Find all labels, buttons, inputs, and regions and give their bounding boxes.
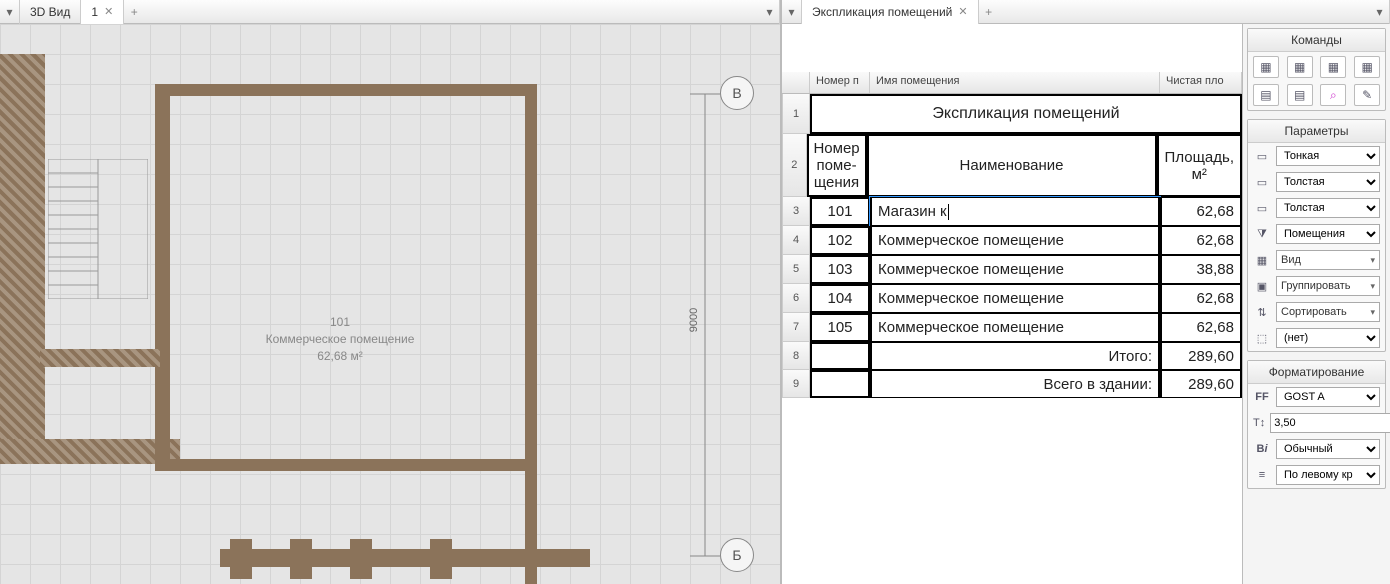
cell-name[interactable]: Коммерческое помещение xyxy=(870,226,1160,255)
close-icon[interactable]: ✕ xyxy=(104,5,113,18)
room-number: 101 xyxy=(230,314,450,331)
group-button[interactable]: Группировать xyxy=(1276,276,1380,296)
schedule-column-header: Номер п Имя помещения Чистая пло xyxy=(782,72,1242,94)
total-label: Всего в здании: xyxy=(870,370,1160,398)
close-icon[interactable]: ✕ xyxy=(958,5,967,18)
cmd-icon-7[interactable]: ⌕ xyxy=(1320,84,1346,106)
room-area: 62,68 м² xyxy=(230,348,450,365)
border-bot-icon: ▭ xyxy=(1253,200,1271,216)
total-label: Итого: xyxy=(870,342,1160,370)
cell-number[interactable]: 103 xyxy=(810,255,870,284)
weight-select[interactable]: Обычный xyxy=(1276,439,1380,459)
cell-area[interactable]: 38,88 xyxy=(1160,255,1242,284)
model-icon: ⬚ xyxy=(1253,330,1271,346)
cell-number[interactable]: 105 xyxy=(810,313,870,342)
properties-panel: Команды ▦ ▦ ▦ ▦ ▤ ▤ ⌕ ✎ Параметры ▭ Тонк… xyxy=(1242,24,1390,584)
cmd-icon-2[interactable]: ▦ xyxy=(1287,56,1313,78)
cmd-icon-5[interactable]: ▤ xyxy=(1253,84,1279,106)
header-name[interactable]: Наименование xyxy=(867,134,1157,197)
table-row[interactable]: 3101Магазин к62,68 xyxy=(782,197,1242,226)
group-icon: ▣ xyxy=(1253,278,1271,294)
tabbar-menu-right[interactable]: ▾ xyxy=(760,0,780,24)
right-tabbar: ▾ Экспликация помещений ✕ + ▾ xyxy=(782,0,1390,24)
total-value: 289,60 xyxy=(1160,342,1242,370)
cell-name[interactable]: Коммерческое помещение xyxy=(870,255,1160,284)
params-section-title: Параметры xyxy=(1248,120,1385,143)
tab-label: 3D Вид xyxy=(30,5,70,19)
sort-button[interactable]: Сортировать xyxy=(1276,302,1380,322)
col-area[interactable]: Чистая пло xyxy=(1160,72,1242,93)
filter-icon: ⧩ xyxy=(1253,226,1271,242)
tab-3dview[interactable]: 3D Вид xyxy=(20,0,81,24)
format-section-title: Форматирование xyxy=(1248,361,1385,384)
cmd-icon-3[interactable]: ▦ xyxy=(1320,56,1346,78)
cell-number[interactable]: 101 xyxy=(810,197,870,226)
room-label: 101 Коммерческое помещение 62,68 м² xyxy=(230,314,450,364)
border-top-select[interactable]: Тонкая xyxy=(1276,146,1380,166)
left-tabbar: ▾ 3D Вид 1 ✕ + ▾ xyxy=(0,0,780,24)
font-size-input[interactable] xyxy=(1270,413,1390,433)
border-top-icon: ▭ xyxy=(1253,148,1271,164)
header-area[interactable]: Площадь, м² xyxy=(1157,134,1242,197)
cell-name[interactable]: Коммерческое помещение xyxy=(870,284,1160,313)
col-name[interactable]: Имя помещения xyxy=(870,72,1160,93)
room-name: Коммерческое помещение xyxy=(230,331,450,348)
model-select[interactable]: (нет) xyxy=(1276,328,1380,348)
cell-area[interactable]: 62,68 xyxy=(1160,284,1242,313)
view-icon: ▦ xyxy=(1253,252,1271,268)
tab-schedule[interactable]: Экспликация помещений ✕ xyxy=(802,0,979,24)
dimension-value: 9000 xyxy=(688,308,700,332)
total-row[interactable]: 9Всего в здании:289,60 xyxy=(782,370,1242,398)
table-row[interactable]: 6104Коммерческое помещение62,68 xyxy=(782,284,1242,313)
cell-number[interactable]: 102 xyxy=(810,226,870,255)
tabbar-menu-right[interactable]: ▾ xyxy=(1370,0,1390,24)
cell-name[interactable]: Магазин к xyxy=(870,197,1160,226)
font-select[interactable]: GOST A xyxy=(1276,387,1380,407)
cell-number[interactable]: 104 xyxy=(810,284,870,313)
view-button[interactable]: Вид xyxy=(1276,250,1380,270)
border-bot-select[interactable]: Толстая xyxy=(1276,198,1380,218)
add-tab-button[interactable]: + xyxy=(979,5,999,19)
table-row[interactable]: 5103Коммерческое помещение38,88 xyxy=(782,255,1242,284)
schedule-grid[interactable]: 1 Экспликация помещений 2 Номер поме-щен… xyxy=(782,94,1242,584)
tab-plan-1[interactable]: 1 ✕ xyxy=(81,0,124,24)
sort-icon: ⇅ xyxy=(1253,304,1271,320)
cmd-icon-1[interactable]: ▦ xyxy=(1253,56,1279,78)
size-icon: T↕ xyxy=(1253,415,1265,431)
tabbar-menu[interactable]: ▾ xyxy=(782,0,802,24)
cell-area[interactable]: 62,68 xyxy=(1160,313,1242,342)
align-select[interactable]: По левому кр xyxy=(1276,465,1380,485)
border-mid-icon: ▭ xyxy=(1253,174,1271,190)
filter-select[interactable]: Помещения xyxy=(1276,224,1380,244)
add-tab-button[interactable]: + xyxy=(124,5,144,19)
cmd-icon-8[interactable]: ✎ xyxy=(1354,84,1380,106)
header-number[interactable]: Номер поме-щения xyxy=(807,134,867,197)
align-icon: ≡ xyxy=(1253,467,1271,483)
tabbar-menu[interactable]: ▾ xyxy=(0,0,20,24)
font-icon: FF xyxy=(1253,389,1271,405)
schedule-title[interactable]: Экспликация помещений xyxy=(810,94,1242,134)
plan-canvas[interactable]: 101 Коммерческое помещение 62,68 м² В Б … xyxy=(0,24,780,584)
cmd-icon-4[interactable]: ▦ xyxy=(1354,56,1380,78)
table-row[interactable]: 7105Коммерческое помещение62,68 xyxy=(782,313,1242,342)
commands-section-title: Команды xyxy=(1248,29,1385,52)
total-row[interactable]: 8Итого:289,60 xyxy=(782,342,1242,370)
tab-label: Экспликация помещений xyxy=(812,5,952,19)
cmd-icon-6[interactable]: ▤ xyxy=(1287,84,1313,106)
bold-icon: Bi xyxy=(1253,441,1271,457)
cell-area[interactable]: 62,68 xyxy=(1160,197,1242,226)
cell-name[interactable]: Коммерческое помещение xyxy=(870,313,1160,342)
table-row[interactable]: 4102Коммерческое помещение62,68 xyxy=(782,226,1242,255)
col-number[interactable]: Номер п xyxy=(810,72,870,93)
cell-area[interactable]: 62,68 xyxy=(1160,226,1242,255)
border-mid-select[interactable]: Толстая xyxy=(1276,172,1380,192)
total-value: 289,60 xyxy=(1160,370,1242,398)
tab-label: 1 xyxy=(91,5,98,19)
